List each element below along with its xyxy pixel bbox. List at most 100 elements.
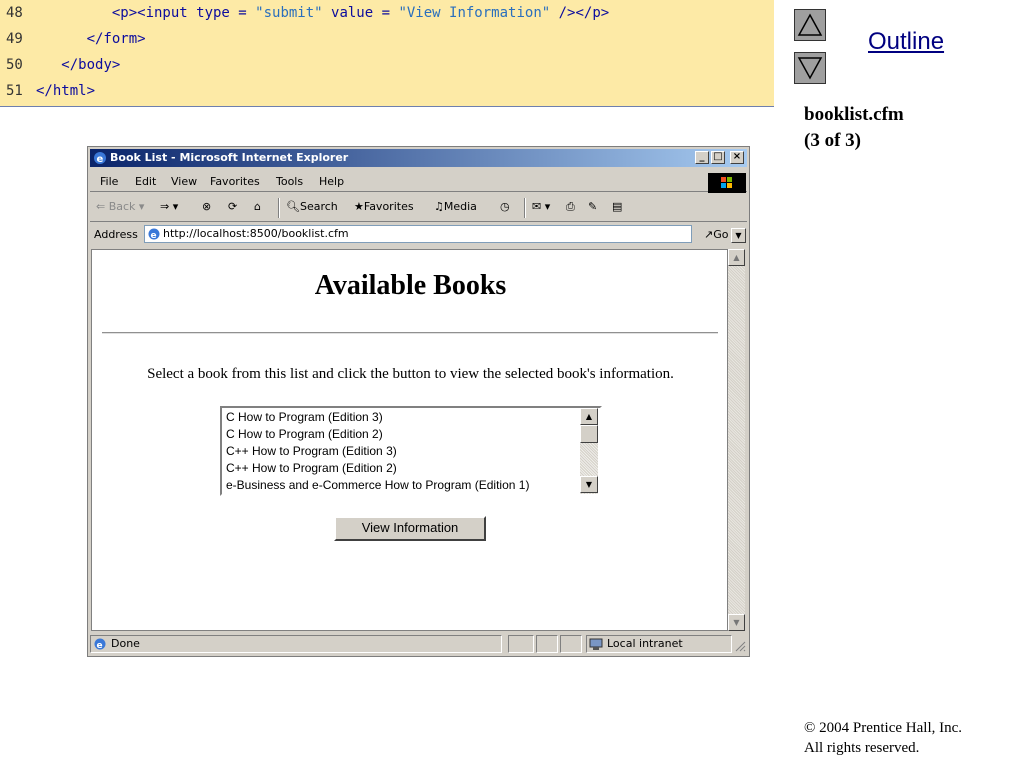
menu-bar: File Edit View Favorites Tools Help bbox=[90, 171, 747, 193]
previous-slide-button[interactable] bbox=[794, 9, 826, 41]
close-button[interactable]: × bbox=[730, 151, 744, 164]
windows-logo-icon bbox=[708, 173, 746, 193]
page-scrollbar[interactable]: ▲ ▼ bbox=[728, 249, 745, 631]
favorites-icon: ★ bbox=[354, 200, 364, 213]
page-icon: e bbox=[148, 228, 160, 241]
forward-arrow-icon: ⇒ bbox=[160, 200, 170, 213]
menu-favorites[interactable]: Favorites bbox=[210, 175, 260, 188]
horizontal-rule bbox=[102, 332, 718, 334]
code-line: 48 <p><input type = "submit" value = "Vi… bbox=[0, 0, 609, 26]
page-instructions: Select a book from this list and click t… bbox=[147, 366, 674, 382]
book-option[interactable]: C++ How to Program (Edition 2) bbox=[226, 460, 397, 477]
address-input[interactable]: e http://localhost:8500/booklist.cfm ▼ bbox=[144, 225, 746, 243]
code-line: 51 </html> bbox=[0, 78, 95, 104]
window-title: Book List - Microsoft Internet Explorer bbox=[110, 151, 349, 164]
line-number: 51 bbox=[6, 83, 23, 99]
forward-button[interactable]: ⇒ ▾ bbox=[160, 200, 178, 213]
resize-grip-icon[interactable] bbox=[734, 640, 746, 652]
scroll-up-icon[interactable]: ▲ bbox=[728, 249, 745, 266]
stop-button[interactable]: ⊗ bbox=[202, 200, 211, 213]
list-scrollbar[interactable]: ▲ ▼ bbox=[580, 408, 598, 494]
status-text: Done bbox=[111, 637, 140, 650]
status-bar: e Done Local intranet bbox=[90, 634, 747, 654]
menu-tools[interactable]: Tools bbox=[276, 175, 303, 188]
next-slide-button[interactable] bbox=[794, 52, 826, 84]
go-button[interactable]: ↗Go bbox=[704, 228, 728, 241]
refresh-button[interactable]: ⟳ bbox=[228, 200, 237, 213]
file-part: (3 of 3) bbox=[804, 130, 861, 151]
print-button[interactable]: ⎙ bbox=[566, 200, 575, 214]
line-number: 50 bbox=[6, 57, 23, 73]
code-tag: </form> bbox=[86, 31, 146, 47]
page-viewport: Available Books Select a book from this … bbox=[91, 249, 728, 631]
triangle-up-icon bbox=[797, 13, 823, 36]
view-information-button[interactable]: View Information bbox=[334, 516, 486, 541]
code-tag: <p><input type = bbox=[111, 5, 256, 21]
book-option[interactable]: C How to Program (Edition 3) bbox=[226, 409, 383, 426]
favorites-button[interactable]: ★Favorites bbox=[354, 200, 414, 213]
code-string: "View Information" bbox=[398, 5, 551, 21]
menu-file[interactable]: File bbox=[100, 175, 118, 188]
menu-edit[interactable]: Edit bbox=[135, 175, 156, 188]
intranet-zone-icon bbox=[589, 638, 603, 650]
copyright-notice: © 2004 Prentice Hall, Inc. All rights re… bbox=[804, 718, 962, 758]
edit-button[interactable]: ✎ bbox=[588, 200, 597, 213]
stop-icon: ⊗ bbox=[202, 200, 212, 213]
address-bar: Address e http://localhost:8500/booklist… bbox=[90, 224, 747, 246]
toolbar: ⇐ Back ▾ ⇒ ▾ ⊗ ⟳ ⌂ 🔍︎Search ★Favorites ♫… bbox=[90, 195, 747, 222]
media-button[interactable]: ♫Media bbox=[434, 200, 477, 213]
zone-cell: Local intranet bbox=[586, 635, 732, 653]
code-line: 50 </body> bbox=[0, 52, 120, 78]
status-cell-empty bbox=[508, 635, 534, 653]
maximize-button[interactable]: □ bbox=[711, 151, 725, 164]
menu-help[interactable]: Help bbox=[319, 175, 344, 188]
home-button[interactable]: ⌂ bbox=[254, 200, 261, 213]
book-option[interactable]: e-Business and e-Commerce How to Program… bbox=[226, 477, 529, 494]
address-dropdown-button[interactable]: ▼ bbox=[731, 228, 746, 243]
refresh-icon: ⟳ bbox=[228, 200, 238, 213]
toolbar-separator bbox=[524, 198, 526, 218]
discuss-button[interactable]: ▤ bbox=[612, 200, 622, 213]
svg-text:e: e bbox=[151, 231, 157, 241]
triangle-down-icon bbox=[797, 57, 823, 80]
mail-button[interactable]: ✉ ▾ bbox=[532, 200, 550, 213]
book-option[interactable]: C How to Program (Edition 2) bbox=[226, 426, 383, 443]
zone-text: Local intranet bbox=[607, 637, 683, 650]
outline-link[interactable]: Outline bbox=[868, 28, 944, 56]
address-value: http://localhost:8500/booklist.cfm bbox=[163, 227, 349, 240]
mail-icon: ✉ bbox=[532, 200, 542, 213]
page-done-icon: e bbox=[94, 638, 106, 651]
minimize-button[interactable]: _ bbox=[695, 151, 709, 164]
code-string: "submit" bbox=[255, 5, 323, 21]
status-cell-empty bbox=[560, 635, 582, 653]
search-button[interactable]: 🔍︎Search bbox=[286, 200, 338, 213]
status-text-cell: e Done bbox=[90, 635, 502, 653]
book-option[interactable]: C++ How to Program (Edition 3) bbox=[226, 443, 397, 460]
back-arrow-icon: ⇐ bbox=[96, 200, 109, 213]
title-bar[interactable]: e Book List - Microsoft Internet Explore… bbox=[90, 149, 747, 167]
file-name: booklist.cfm bbox=[804, 104, 904, 125]
svg-text:e: e bbox=[97, 154, 104, 165]
code-tag: </html> bbox=[36, 83, 96, 99]
list-scroll-down-icon[interactable]: ▼ bbox=[580, 476, 598, 493]
copyright-line: © 2004 Prentice Hall, Inc. bbox=[804, 720, 963, 736]
ie-logo-icon: e bbox=[94, 152, 106, 165]
edit-icon: ✎ bbox=[588, 200, 598, 213]
history-button[interactable]: ◷ bbox=[500, 200, 510, 213]
status-cell-empty bbox=[536, 635, 558, 653]
list-scroll-up-icon[interactable]: ▲ bbox=[580, 408, 598, 425]
code-tag: </body> bbox=[61, 57, 121, 73]
list-scroll-thumb[interactable] bbox=[580, 425, 598, 443]
scroll-down-icon[interactable]: ▼ bbox=[728, 614, 745, 631]
print-icon: ⎙ bbox=[566, 200, 575, 213]
back-button[interactable]: ⇐ Back ▾ bbox=[96, 200, 144, 213]
book-list-select[interactable]: C How to Program (Edition 3) C How to Pr… bbox=[220, 406, 602, 496]
media-icon: ♫ bbox=[434, 200, 444, 213]
menu-view[interactable]: View bbox=[171, 175, 197, 188]
svg-text:e: e bbox=[97, 641, 103, 651]
slide-file-caption: booklist.cfm (3 of 3) bbox=[804, 102, 904, 154]
home-icon: ⌂ bbox=[254, 200, 261, 213]
